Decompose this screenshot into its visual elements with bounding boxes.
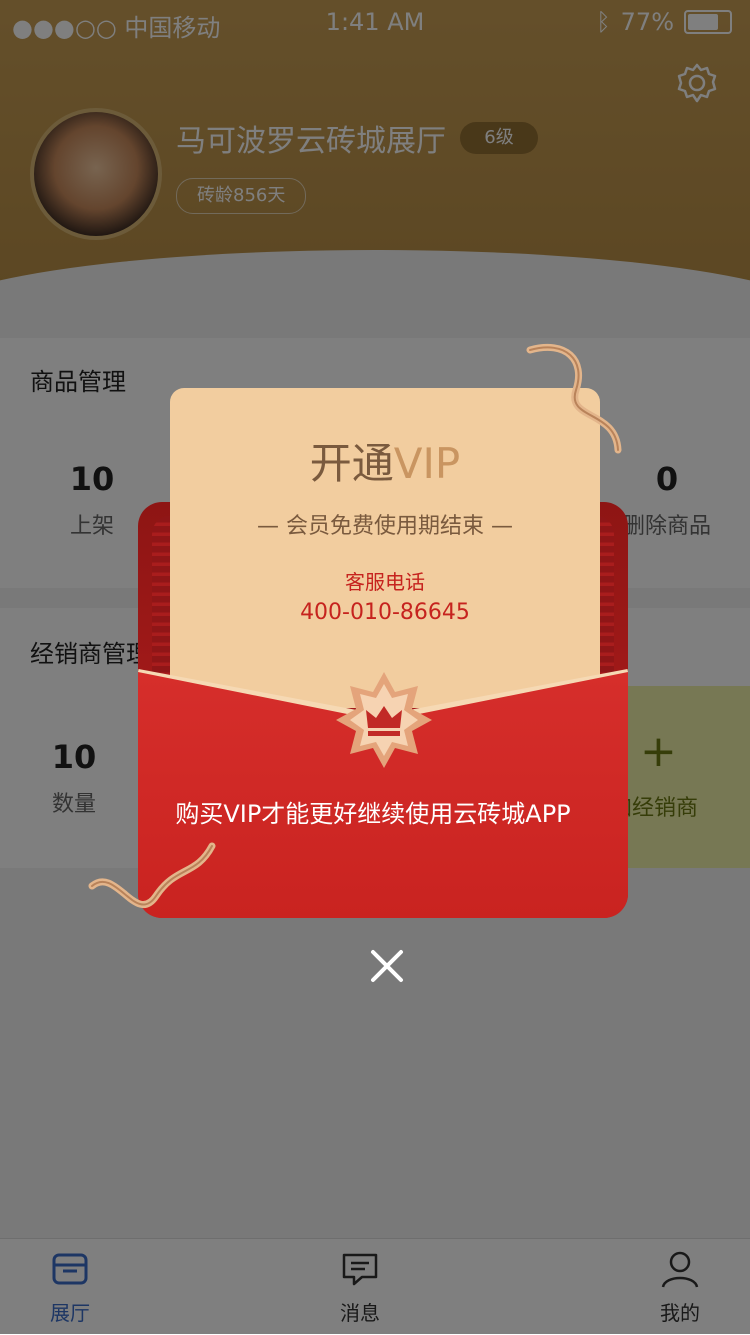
vip-title-vip: VIP xyxy=(393,439,461,488)
crown-badge-icon xyxy=(336,672,432,768)
vip-message: 购买VIP才能更好继续使用云砖城APP xyxy=(175,800,571,828)
close-icon[interactable] xyxy=(365,944,409,988)
service-phone-label: 客服电话 xyxy=(345,570,425,594)
vip-title-prefix: 开通 xyxy=(309,439,394,488)
ribbon-decoration-icon xyxy=(88,842,216,908)
service-phone-number[interactable]: 400-010-86645 xyxy=(170,600,600,625)
vip-subtitle: — 会员免费使用期结束 — xyxy=(257,514,513,539)
ribbon-decoration-icon xyxy=(526,343,622,454)
